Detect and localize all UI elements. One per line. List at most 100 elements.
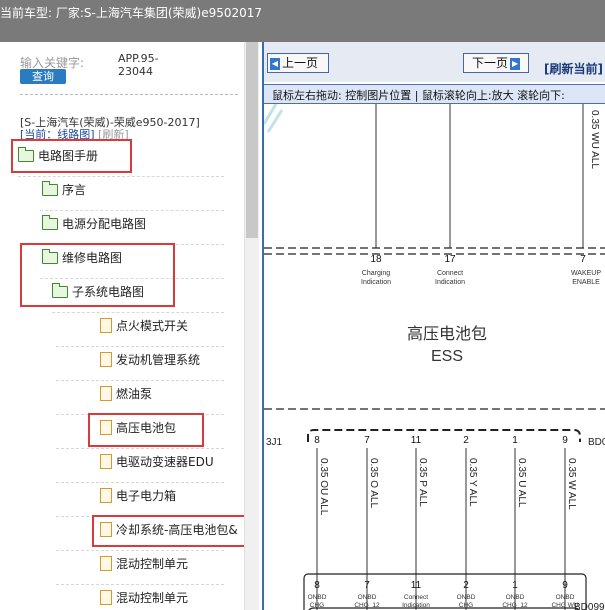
- hint-bar: 鼠标左右拖动: 控制图片位置 | 鼠标滚轮向上:放大 滚轮向下:: [264, 84, 605, 104]
- pin-label: ONBD: [556, 594, 575, 601]
- document-icon: [100, 488, 112, 503]
- pin-label: CHG_12: [502, 602, 528, 609]
- tree-item-preface[interactable]: 序言: [42, 177, 86, 203]
- connector-pins: 80.35 OU ALL70.35 O ALL110.35 P ALL20.35…: [314, 435, 577, 610]
- pin-label: ONBD: [308, 594, 327, 601]
- pin-label: CHG: [310, 602, 324, 609]
- wire-label: 0.35 Y ALL: [467, 458, 478, 507]
- separator: [20, 94, 238, 95]
- tree-item-label: 电驱动变速器EDU: [116, 455, 214, 469]
- component-title-cn: 高压电池包: [407, 325, 487, 343]
- tree-item-label: 电子电力箱: [116, 489, 177, 503]
- pin-number: 7: [364, 580, 370, 591]
- pin-label: Connect: [437, 270, 463, 277]
- pin-number: 11: [411, 580, 422, 591]
- query-button[interactable]: 查询: [20, 69, 66, 84]
- wire-label: 0.35 WU ALL: [589, 110, 600, 169]
- pin-number: 2: [463, 435, 469, 446]
- highlight-box: [92, 515, 250, 547]
- arrow-left-icon: ◀: [270, 57, 280, 70]
- tree-item-label: 电源分配电路图: [62, 217, 147, 231]
- wire-label: 0.35 U ALL: [516, 458, 527, 508]
- wire-label: 0.35 P ALL: [417, 458, 428, 507]
- document-icon: [100, 590, 112, 605]
- document-icon: [100, 386, 112, 401]
- pin-number: 17: [444, 254, 456, 265]
- tree-item-label: 混动控制单元: [116, 557, 189, 571]
- pin-number: 7: [580, 254, 586, 265]
- pin-number: 18: [370, 254, 382, 265]
- tree-item-label: 序言: [62, 183, 87, 197]
- pin-label: Indication: [435, 279, 465, 286]
- window-title: 当前车型: 厂家:S-上海汽车集团(荣威)e9502017: [0, 6, 263, 20]
- wire-label: 0.35 O ALL: [368, 458, 379, 508]
- tree-item-label: 燃油泵: [116, 387, 153, 401]
- folder-icon: [42, 214, 58, 230]
- document-icon: [100, 318, 112, 333]
- tree-item-label: 点火模式开关: [116, 319, 189, 333]
- prev-page-label: 上一页: [282, 56, 319, 70]
- pin-label: ONBD: [358, 594, 377, 601]
- left-panel: 输入关键字: APP.95- 23044 查询 [S-上海汽车(荣威)-荣威e9…: [0, 42, 262, 610]
- pin-label: ONBD: [457, 594, 476, 601]
- document-icon: [100, 556, 112, 571]
- bottom-connector-pins: 8ONBDCHG7ONBDCHG_1211ConnectIndication2O…: [303, 573, 587, 610]
- pin-label: Charging: [362, 270, 391, 277]
- tree-item-hybrid-control-unit[interactable]: 混动控制单元: [100, 551, 188, 577]
- highlight-box: [88, 413, 204, 447]
- pin-number: 1: [512, 580, 518, 591]
- arrow-right-icon: ▶: [510, 57, 521, 70]
- pin-number: 2: [463, 580, 469, 591]
- pin-number: 7: [364, 435, 370, 446]
- tree-item-power-box[interactable]: 电子电力箱: [100, 483, 176, 509]
- tree-item-power-distribution[interactable]: 电源分配电路图: [42, 211, 146, 237]
- document-icon: [100, 352, 112, 367]
- pin-number: 8: [314, 580, 320, 591]
- pin-label: Connect: [404, 594, 428, 601]
- pin-number: 9: [562, 580, 568, 591]
- document-icon: [100, 454, 112, 469]
- viewer-toolbar: ◀ 上一页 下一页 ▶ [刷新当前]: [264, 42, 605, 82]
- tree-item-hybrid-control-unit-2[interactable]: 混动控制单元: [100, 585, 188, 610]
- next-page-button[interactable]: 下一页 ▶: [463, 53, 529, 73]
- watermark: [264, 103, 284, 133]
- diagram-canvas: 0.35 WU ALL 18 17 7 Charging Indication …: [264, 103, 605, 610]
- pin-label: Indication: [361, 279, 391, 286]
- tree-item-label: 发动机管理系统: [116, 353, 201, 367]
- connector-id: 3J1: [266, 437, 283, 448]
- highlight-box: [11, 139, 132, 173]
- pin-label: CHG WU: [551, 602, 578, 609]
- refresh-current-link[interactable]: [刷新当前]: [544, 60, 603, 77]
- circuit-diagram[interactable]: 0.35 WU ALL 18 17 7 Charging Indication …: [264, 103, 605, 610]
- highlight-box: [20, 243, 175, 307]
- sidebar-scrollbar[interactable]: [244, 42, 259, 610]
- pin-number: 8: [314, 435, 320, 446]
- pin-number: 1: [512, 435, 518, 446]
- pin-number: 11: [411, 435, 422, 446]
- folder-icon: [42, 180, 58, 196]
- title-bar: 当前车型: 厂家:S-上海汽车集团(荣威)e9502017: [0, 0, 605, 42]
- pin-label: ONBD: [506, 594, 525, 601]
- connector-id: BD099: [574, 602, 605, 610]
- wire-label: 0.35 W ALL: [566, 458, 577, 510]
- wire-label: 0.35 OU ALL: [318, 458, 329, 516]
- pin-label: ENABLE: [572, 279, 600, 286]
- tree-item-label: 混动控制单元: [116, 591, 189, 605]
- prev-page-button[interactable]: ◀ 上一页: [267, 53, 329, 73]
- tree-item-engine-management[interactable]: 发动机管理系统: [100, 347, 200, 373]
- connector-box: [303, 573, 587, 610]
- diagram-viewer: ◀ 上一页 下一页 ▶ [刷新当前] 鼠标左右拖动: 控制图片位置 | 鼠标滚轮向上…: [262, 42, 605, 610]
- pin-label: CHG_12: [354, 602, 380, 609]
- pin-label: Indication: [402, 602, 430, 609]
- next-page-label: 下一页: [472, 56, 509, 70]
- tree-item-edu[interactable]: 电驱动变速器EDU: [100, 449, 214, 475]
- keyword-input[interactable]: APP.95- 23044: [118, 52, 159, 78]
- component-title-en: ESS: [431, 348, 463, 365]
- tree-item-ignition-switch[interactable]: 点火模式开关: [100, 313, 188, 339]
- pin-label: WAKEUP: [571, 270, 601, 277]
- pin-number: 9: [562, 435, 568, 446]
- tree-item-fuel-pump[interactable]: 燃油泵: [100, 381, 152, 407]
- pin-label: CHG: [459, 602, 473, 609]
- scrollbar-thumb[interactable]: [246, 42, 258, 238]
- hint-text: 鼠标左右拖动: 控制图片位置 | 鼠标滚轮向上:放大 滚轮向下:: [272, 89, 565, 102]
